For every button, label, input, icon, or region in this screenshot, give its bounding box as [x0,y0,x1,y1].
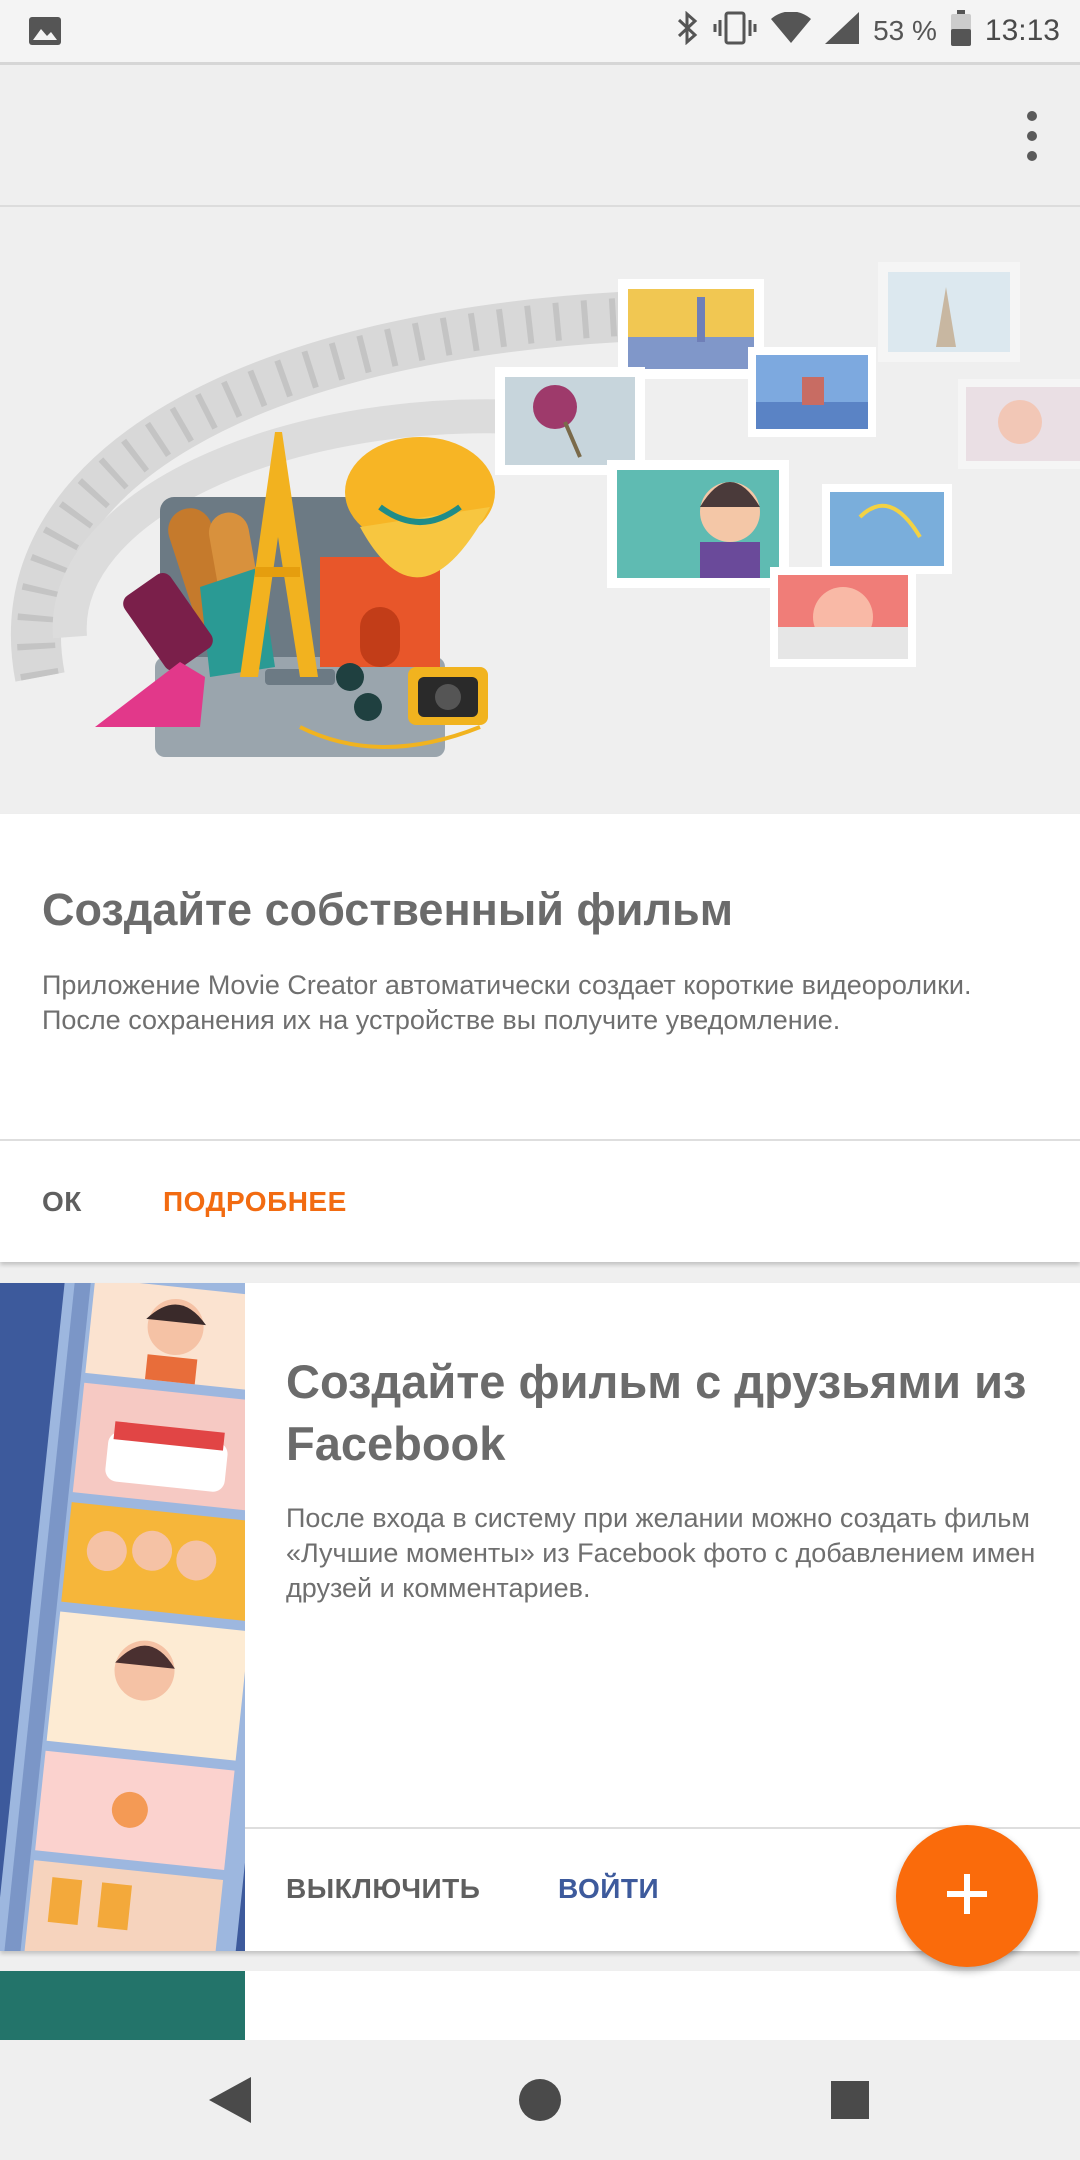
card-body: После входа в систему при желании можно … [286,1503,1036,1603]
status-bar: 53 % 13:13 [0,0,1080,65]
clock: 13:13 [984,14,1060,47]
app-toolbar [0,65,1080,207]
disable-button[interactable]: ВЫКЛЮЧИТЬ [286,1873,480,1905]
create-movie-card: Создайте собственный фильм Приложение Mo… [0,814,1080,1262]
image-notification-icon [28,16,62,51]
card-title: Создайте фильм с друзьями из Facebook [286,1355,1027,1470]
card-body: Приложение Movie Creator автоматически с… [42,970,972,1035]
facebook-illustration [0,1283,245,1951]
battery-icon [950,9,971,53]
battery-text: 53 % [873,15,937,46]
signal-icon [825,11,860,51]
wifi-icon [771,10,812,51]
next-card-image [0,1971,245,2041]
home-icon[interactable] [510,2070,570,2130]
navigation-bar [0,2040,1080,2160]
plus-icon [945,1872,989,1921]
bluetooth-icon [675,10,699,52]
login-button[interactable]: ВОЙТИ [558,1873,659,1905]
ok-button[interactable]: ОК [42,1186,82,1218]
recents-icon[interactable] [820,2070,880,2130]
card-divider [0,1139,1080,1141]
hero-illustration [0,207,1080,814]
add-button[interactable] [896,1825,1038,1967]
overflow-menu-icon[interactable] [1020,111,1044,161]
next-card [0,1971,1080,2041]
vibrate-icon [713,11,757,52]
card-title: Создайте собственный фильм [42,884,733,935]
more-button[interactable]: ПОДРОБНЕЕ [163,1186,347,1218]
back-icon[interactable] [200,2070,260,2130]
